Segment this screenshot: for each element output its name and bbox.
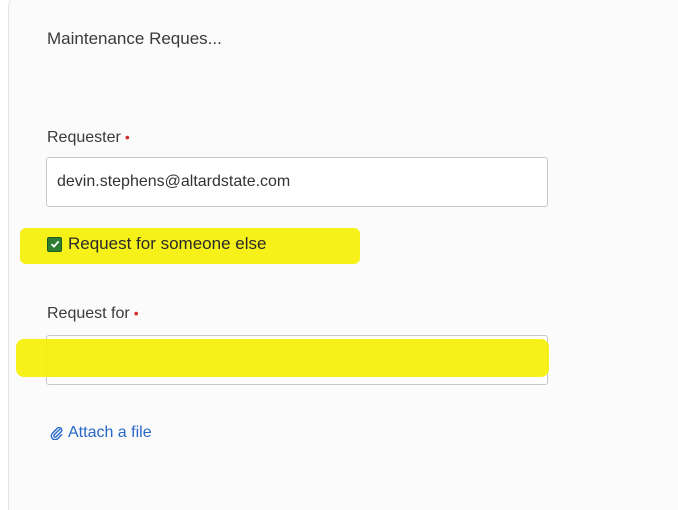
paperclip-icon [50,426,63,440]
attach-file-label: Attach a file [68,424,152,441]
required-marker: • [133,305,139,321]
request-for-someone-else-checkbox[interactable]: Request for someone else [47,234,266,254]
page: Maintenance Reques... Requester• Request… [0,0,678,510]
request-for-label-group: Request for • [47,305,139,323]
required-marker: • [124,129,130,145]
checkbox-label: Request for someone else [68,234,267,253]
requester-label-group: Requester • [47,129,130,147]
requester-input[interactable] [46,157,548,207]
form-title: Maintenance Reques... [47,29,222,48]
attach-file-link[interactable]: Attach a file [49,424,152,442]
checkbox-checked-icon [47,236,62,252]
request-for-label: Request for [47,305,130,322]
highlight-mark [16,339,549,377]
requester-label: Requester [47,129,121,146]
